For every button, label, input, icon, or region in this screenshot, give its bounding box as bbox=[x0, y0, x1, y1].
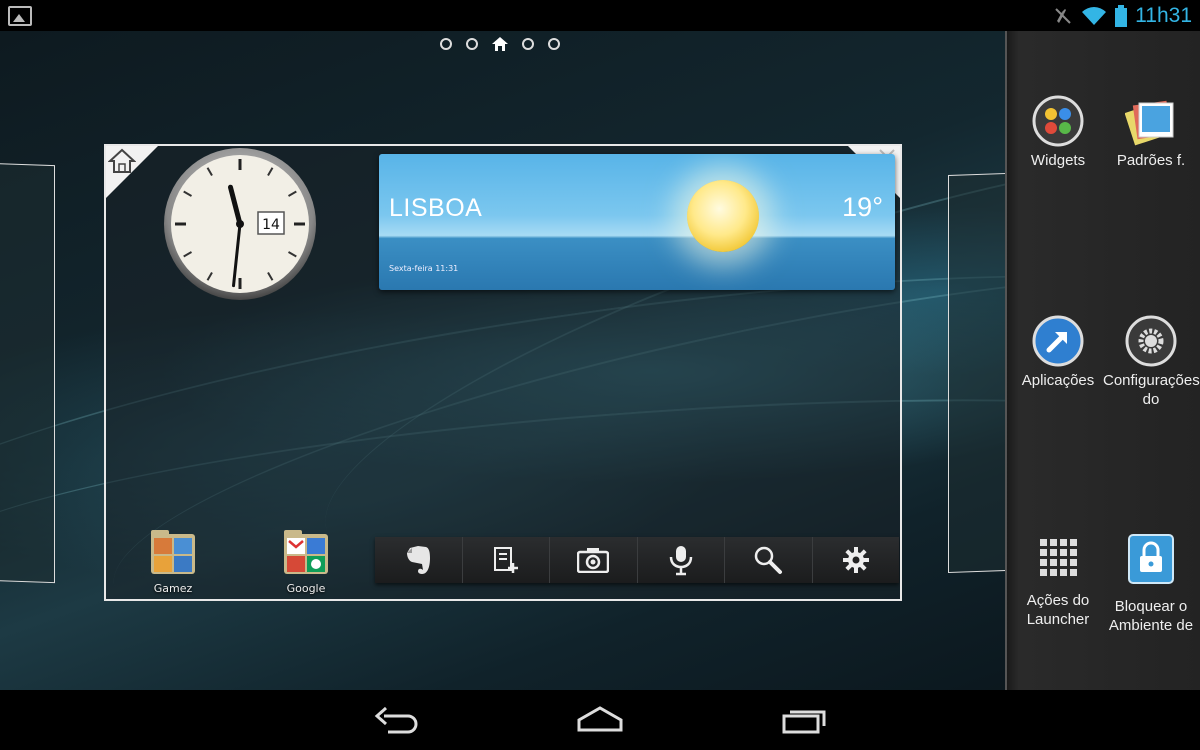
wifi-icon bbox=[1082, 7, 1107, 25]
settings-icon bbox=[842, 547, 869, 573]
launcher-actions-icon bbox=[1040, 539, 1077, 576]
clock-date: 14 bbox=[262, 217, 280, 233]
status-clock: 11h31 bbox=[1135, 4, 1192, 27]
new-note-button[interactable] bbox=[463, 537, 550, 583]
weather-date-time: Sexta-feira 11:31 bbox=[389, 264, 459, 273]
mute-icon bbox=[1055, 8, 1071, 24]
current-page-preview[interactable]: 14 LISBOA 19° Sexta-feira 11:31 Gamez Go… bbox=[104, 144, 902, 601]
gallery-icon bbox=[8, 6, 32, 26]
status-icons: 11h31 bbox=[1053, 3, 1192, 29]
previous-page-preview[interactable] bbox=[0, 162, 55, 584]
search-button[interactable] bbox=[725, 537, 813, 583]
camera-button[interactable] bbox=[550, 537, 638, 583]
recents-icon[interactable] bbox=[780, 704, 828, 736]
search-icon bbox=[755, 546, 783, 574]
home-page-icon[interactable] bbox=[492, 37, 508, 51]
new-note-icon bbox=[493, 547, 518, 573]
page-dot[interactable] bbox=[440, 38, 452, 50]
evernote-icon bbox=[407, 546, 431, 574]
analog-clock-widget[interactable]: 14 bbox=[162, 146, 318, 302]
drawer-item-label: Padrões f. bbox=[1116, 152, 1186, 169]
voice-search-icon bbox=[669, 546, 692, 576]
status-bar: 11h31 bbox=[0, 0, 1200, 31]
folder-label: Google bbox=[286, 582, 326, 595]
settings-icon bbox=[1125, 315, 1177, 367]
applications-icon bbox=[1032, 315, 1084, 367]
back-icon[interactable] bbox=[374, 704, 420, 736]
navigation-bar bbox=[0, 690, 1200, 750]
widgets-icon bbox=[1032, 95, 1084, 147]
weather-temperature: 19° bbox=[842, 192, 883, 222]
drawer-item-label: Aplicações bbox=[1021, 372, 1095, 389]
page-dot[interactable] bbox=[466, 38, 478, 50]
drawer-item-label: Ações do Launcher bbox=[1026, 592, 1090, 628]
page-dot[interactable] bbox=[522, 38, 534, 50]
evernote-button[interactable] bbox=[375, 537, 463, 583]
folder-gamez[interactable]: Gamez bbox=[133, 530, 213, 595]
next-page-preview[interactable] bbox=[948, 172, 1006, 574]
settings-button[interactable] bbox=[813, 537, 900, 583]
lock-icon bbox=[1128, 534, 1174, 584]
quick-actions-toolbar bbox=[375, 537, 899, 583]
drawer-item-label: Configurações do bbox=[1103, 372, 1200, 408]
wallpapers-icon bbox=[1125, 100, 1174, 146]
page-dot[interactable] bbox=[548, 38, 560, 50]
drawer-item-applications[interactable]: Aplicações bbox=[1010, 315, 1106, 390]
drawer-item-widgets[interactable]: Widgets bbox=[1010, 95, 1106, 170]
voice-search-button[interactable] bbox=[638, 537, 725, 583]
games-folder-icon bbox=[151, 530, 195, 574]
drawer-item-settings[interactable]: Configurações do bbox=[1103, 315, 1200, 409]
drawer-item-wallpapers[interactable]: Padrões f. bbox=[1103, 95, 1199, 170]
drawer-item-label: Widgets bbox=[1030, 152, 1086, 169]
home-icon[interactable] bbox=[576, 704, 624, 736]
folder-google[interactable]: Google bbox=[266, 530, 346, 595]
drawer-item-launcher-actions[interactable]: Ações do Launcher bbox=[1010, 537, 1106, 629]
folder-label: Gamez bbox=[153, 582, 193, 595]
page-indicator[interactable] bbox=[440, 37, 560, 51]
battery-icon bbox=[1115, 5, 1128, 27]
weather-widget[interactable]: LISBOA 19° Sexta-feira 11:31 bbox=[379, 154, 895, 290]
launcher-menu-drawer: Widgets Padrões f. Aplicações Configuraç… bbox=[1005, 31, 1200, 690]
home-icon[interactable] bbox=[108, 148, 136, 174]
drawer-item-label: Bloquear o Ambiente de bbox=[1108, 598, 1194, 634]
drawer-item-lock[interactable]: Bloquear o Ambiente de bbox=[1103, 533, 1199, 635]
sun-icon bbox=[687, 180, 759, 252]
google-folder-icon bbox=[284, 530, 328, 574]
camera-icon bbox=[577, 548, 610, 573]
weather-city: LISBOA bbox=[389, 194, 483, 222]
